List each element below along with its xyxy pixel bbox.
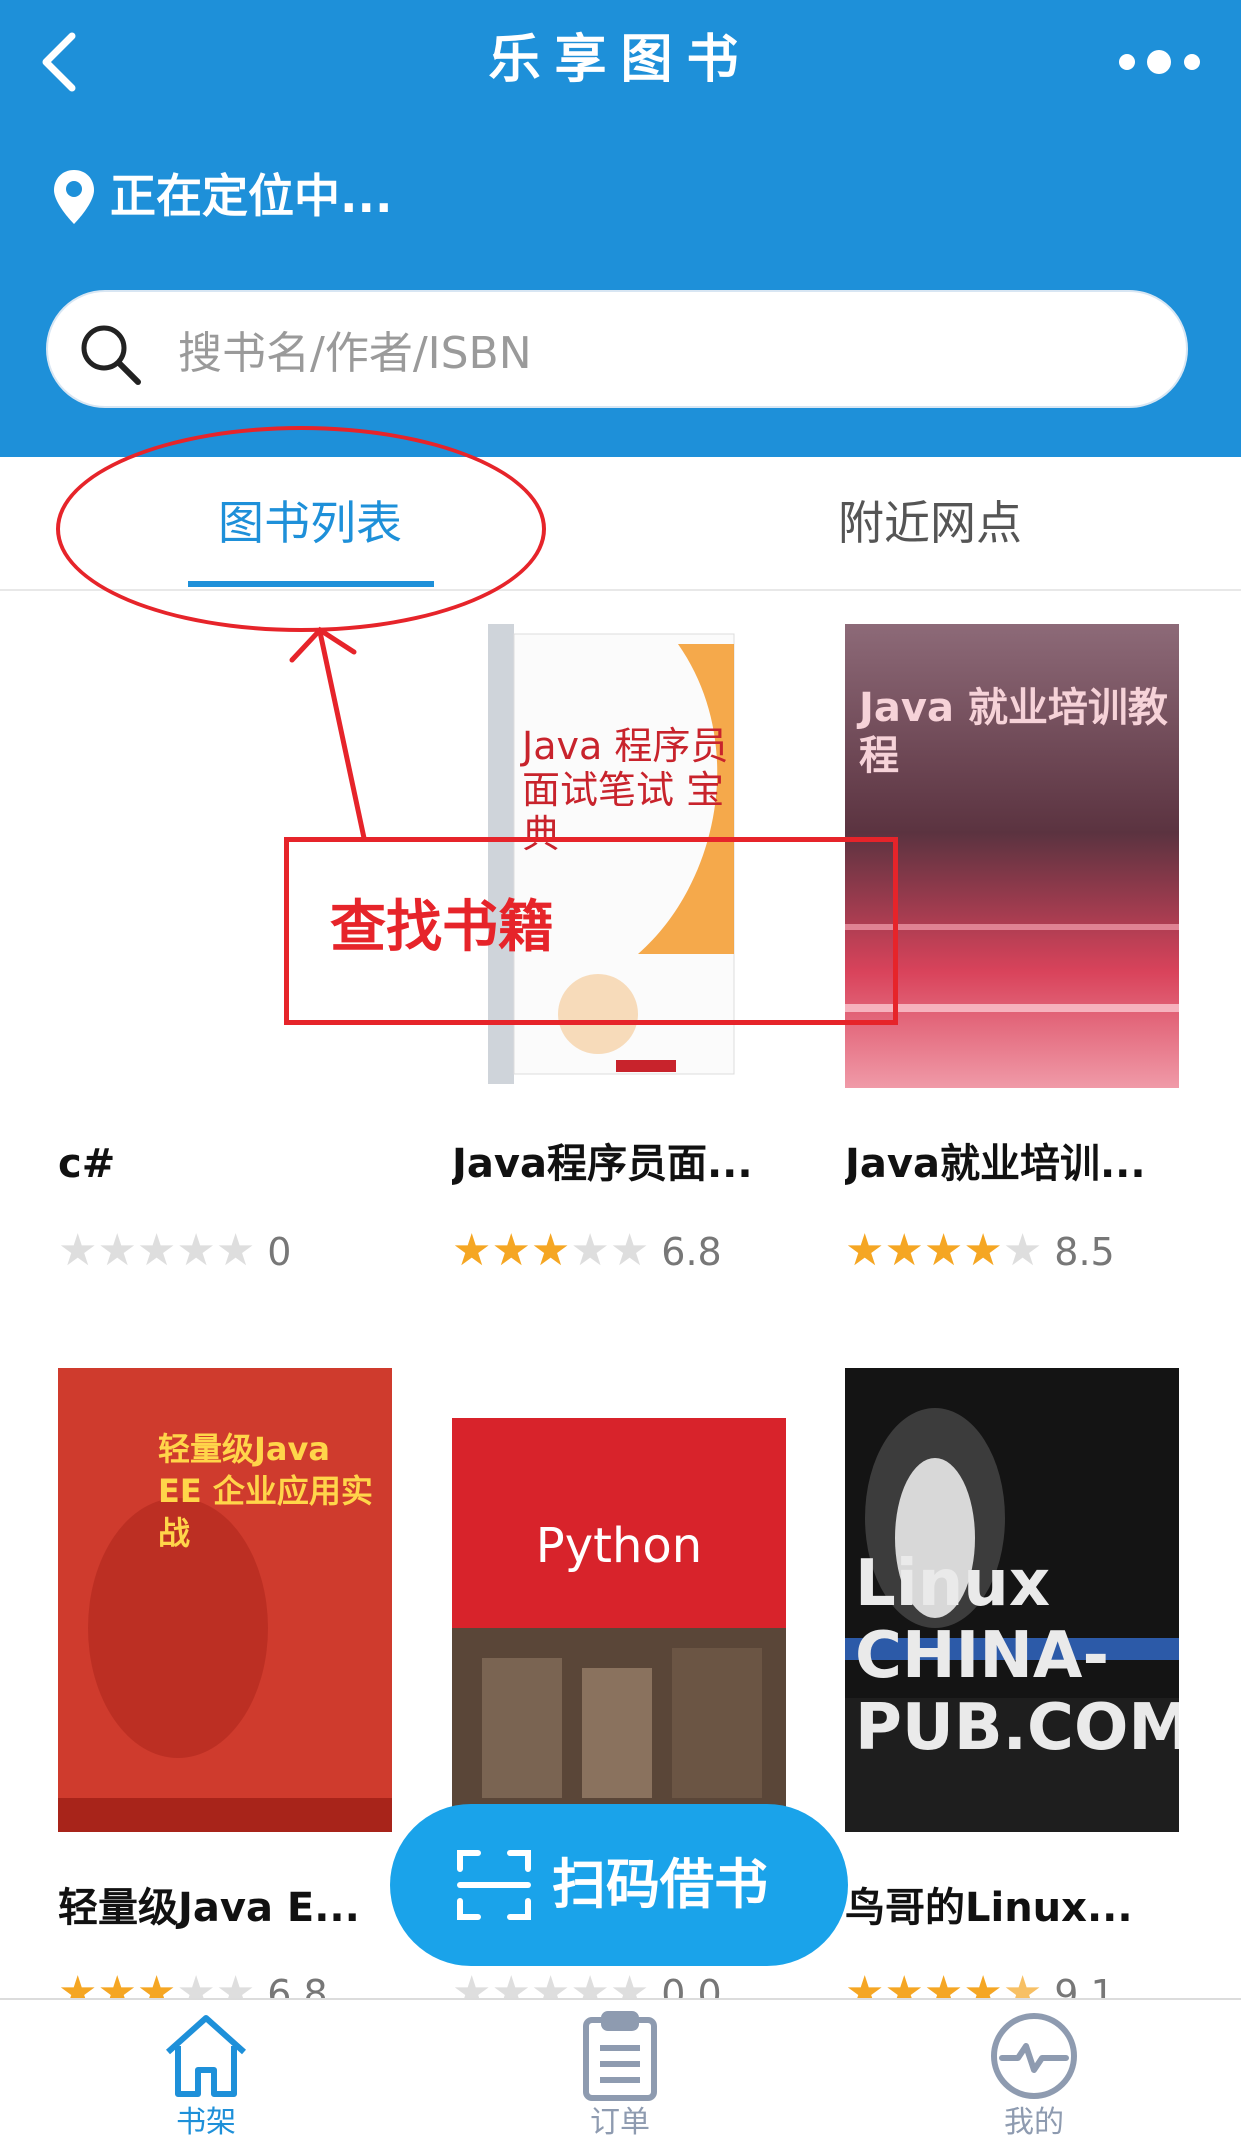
cover-text: Python (535, 1518, 703, 1574)
location-status[interactable]: 正在定位中... (110, 166, 392, 226)
search-input[interactable] (176, 312, 1080, 394)
book-title: 鸟哥的Linux... (845, 1885, 1133, 1931)
nav-item-mine[interactable]: 我的 (934, 2103, 1134, 2143)
rating-score: 8.5 (1054, 1230, 1115, 1274)
star-icon: ★ (136, 1225, 177, 1276)
rating-stars: ★★★★★ 6.8 (452, 1226, 722, 1276)
book-card-2[interactable]: Java程序员面... (452, 1138, 792, 1190)
cover-text: Linux CHINA-PUB.COM (855, 1547, 1179, 1765)
star-icon: ★ (609, 1225, 650, 1276)
more-dots-icon[interactable] (1115, 48, 1205, 76)
clipboard-icon[interactable] (574, 2010, 666, 2102)
page-title: 乐享图书 (488, 30, 753, 90)
star-icon: ★ (963, 1225, 1003, 1276)
star-icon: ★ (845, 1225, 885, 1276)
rating-score: 6.8 (661, 1230, 722, 1274)
star-icon: ★ (452, 1225, 492, 1276)
star-icon: ★ (923, 1225, 964, 1276)
book-cover[interactable]: Python (452, 1368, 786, 1832)
star-icon: ★ (97, 1225, 137, 1276)
annotation-ellipse (56, 426, 546, 632)
rating-stars: ★★★★★ 8.5 (845, 1226, 1115, 1276)
star-icon: ★ (491, 1225, 531, 1276)
star-icon: ★ (530, 1225, 571, 1276)
rating-score: 0 (267, 1230, 292, 1274)
home-icon[interactable] (160, 2010, 252, 2102)
star-icon: ★ (215, 1225, 256, 1276)
annotation-arrow (289, 626, 367, 839)
annotation-label: 查找书籍 (330, 895, 554, 960)
star-icon: ★ (1002, 1225, 1043, 1276)
nav-item-orders[interactable]: 订单 (520, 2103, 720, 2143)
star-icon: ★ (570, 1225, 610, 1276)
cover-text: 轻量级Java EE 企业应用实战 (158, 1430, 373, 1552)
book-card-6[interactable]: 鸟哥的Linux... (845, 1882, 1185, 1934)
book-title: 轻量级Java E... (58, 1885, 360, 1931)
rating-stars: ★★★★★ 0 (58, 1226, 291, 1276)
cover-text: Java 就业培训教程 (859, 685, 1168, 779)
nav-item-bookshelf[interactable]: 书架 (106, 2103, 306, 2143)
dashboard-icon[interactable] (988, 2010, 1080, 2102)
book-title: Java程序员面... (452, 1141, 753, 1187)
book-title: c# (58, 1141, 116, 1187)
tab-nearby-points[interactable]: 附近网点 (780, 457, 1080, 589)
book-cover[interactable]: 轻量级Java EE 企业应用实战 (58, 1368, 392, 1832)
scan-icon (456, 1847, 532, 1923)
book-card-4[interactable]: 轻量级Java E... (58, 1882, 398, 1934)
book-card-3[interactable]: Java就业培训... (845, 1138, 1185, 1190)
location-pin-icon (52, 168, 96, 226)
star-icon: ★ (176, 1225, 216, 1276)
book-cover[interactable]: Linux CHINA-PUB.COM (845, 1368, 1179, 1832)
star-icon: ★ (884, 1225, 924, 1276)
book-card-1[interactable]: c# (58, 1138, 398, 1190)
star-icon: ★ (58, 1225, 98, 1276)
search-icon (78, 322, 142, 386)
scan-borrow-label: 扫码借书 (552, 1853, 768, 1916)
book-title: Java就业培训... (845, 1141, 1146, 1187)
